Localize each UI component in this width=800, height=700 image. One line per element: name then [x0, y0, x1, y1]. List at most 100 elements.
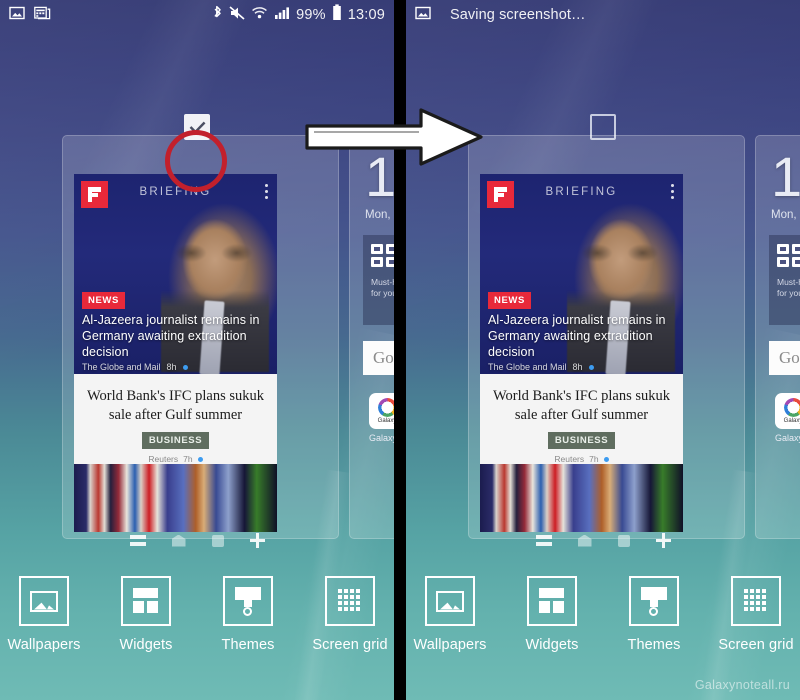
business-badge: BUSINESS	[141, 432, 210, 449]
add-page-icon[interactable]	[249, 533, 265, 548]
screen-grid-button[interactable]: Screen grid	[309, 576, 391, 653]
essentials-subtitle-1: Must-hav	[371, 277, 394, 287]
briefing-page-indicator-icon[interactable]	[129, 534, 146, 547]
page-indicator-icon[interactable]	[617, 534, 630, 547]
essentials-header: Gal Es	[371, 244, 394, 268]
second-source-name: Reuters	[148, 454, 179, 464]
saving-screenshot-text: Saving screenshot…	[450, 7, 586, 23]
battery-percent: 99%	[296, 7, 326, 23]
home-page-preview-card[interactable]: 13 Mon, J Gal Es Must-hav for your G	[755, 135, 800, 539]
home-edit-cards-area: BRIEFING NEWS Al-Jazeera journalist rema…	[0, 30, 394, 539]
galaxy-apps-label: Galaxy Ap	[369, 433, 394, 443]
unread-dot-icon	[182, 364, 188, 370]
unread-dot-icon	[588, 364, 594, 370]
google-search-widget[interactable]: Goo	[363, 341, 394, 375]
galaxy-apps-icon-word: Galaxy	[783, 418, 800, 424]
home-page-preview-card[interactable]: 13 Mon, J Gal Es Must-hav for your G	[349, 135, 394, 539]
clock-widget-date: Mon, J	[771, 209, 800, 221]
galaxy-essentials-widget[interactable]: Gal Es Must-hav for your G	[363, 235, 394, 325]
home-page-indicator-icon[interactable]	[577, 534, 592, 547]
home-screen-thumbnail: 13 Mon, J Gal Es Must-hav for your G	[765, 149, 800, 529]
kebab-menu-icon[interactable]	[671, 184, 674, 202]
home-page-indicator-icon[interactable]	[171, 534, 186, 547]
galaxy-apps-shortcut[interactable]: Galaxy Galaxy Ap	[369, 393, 394, 443]
news-headline: Al-Jazeera journalist remains in Germany…	[488, 313, 666, 359]
briefing-third-photo	[74, 464, 277, 532]
second-age: 7h	[183, 454, 193, 464]
news-badge: NEWS	[82, 292, 125, 309]
themes-icon-box	[629, 576, 679, 626]
status-bar: Saving screenshot…	[406, 0, 800, 30]
clock-widget-time: 13	[771, 145, 800, 208]
screen-grid-icon-box	[731, 576, 781, 626]
galaxy-apps-icon-word: Galaxy	[377, 418, 394, 424]
news-source: The Globe and Mail 8h	[488, 362, 594, 372]
themes-button[interactable]: Themes	[613, 576, 695, 653]
themes-label: Themes	[221, 637, 275, 653]
add-page-icon[interactable]	[655, 533, 671, 548]
wallpaper-icon	[30, 590, 58, 612]
widgets-button[interactable]: Widgets	[511, 576, 593, 653]
briefing-thumbnail: BRIEFING NEWS Al-Jazeera journalist rema…	[480, 174, 683, 532]
screen-grid-label: Screen grid	[718, 637, 794, 653]
widgets-label: Widgets	[525, 637, 579, 653]
news-source: The Globe and Mail 8h	[82, 362, 188, 372]
screen-grid-label: Screen grid	[312, 637, 388, 653]
screen-grid-icon-box	[325, 576, 375, 626]
wallpaper-icon	[436, 590, 464, 612]
themes-button[interactable]: Themes	[207, 576, 289, 653]
briefing-page-preview-card[interactable]: BRIEFING NEWS Al-Jazeera journalist rema…	[62, 135, 339, 539]
briefing-third-photo	[480, 464, 683, 532]
essentials-grid-icon	[371, 244, 394, 268]
essentials-subtitle-2: for your G	[777, 288, 800, 298]
status-bar: 99% 13:09	[0, 0, 394, 30]
edit-tools-row: Wallpapers Widgets Themes Screen grid	[406, 576, 800, 653]
google-search-widget[interactable]: Goo	[769, 341, 800, 375]
news-age: 8h	[572, 362, 583, 372]
wallpapers-label: Wallpapers	[7, 637, 81, 653]
page-indicator-icon[interactable]	[211, 534, 224, 547]
screen-grid-icon	[744, 589, 768, 613]
essentials-subtitle-1: Must-hav	[777, 277, 800, 287]
briefing-thumbnail: BRIEFING NEWS Al-Jazeera journalist rema…	[74, 174, 277, 532]
briefing-page-preview-card[interactable]: BRIEFING NEWS Al-Jazeera journalist rema…	[468, 135, 745, 539]
themes-icon	[235, 587, 261, 616]
briefing-second-article: World Bank's IFC plans sukuk sale after …	[74, 374, 277, 464]
clock-widget-date: Mon, J	[365, 209, 394, 221]
status-bar-system-icons: 99% 13:09	[212, 4, 385, 26]
right-arrow-annotation	[303, 104, 485, 175]
galaxy-apps-shortcut[interactable]: Galaxy Galaxy Ap	[775, 393, 800, 443]
wallpapers-button[interactable]: Wallpapers	[3, 576, 85, 653]
home-screen-thumbnail: 13 Mon, J Gal Es Must-hav for your G	[359, 149, 394, 529]
widgets-button[interactable]: Widgets	[105, 576, 187, 653]
briefing-hero: BRIEFING NEWS Al-Jazeera journalist rema…	[480, 174, 683, 374]
google-search-text: Goo	[779, 348, 800, 367]
business-badge: BUSINESS	[547, 432, 616, 449]
briefing-page-indicator-icon[interactable]	[535, 534, 552, 547]
news-source-name: The Globe and Mail	[82, 362, 161, 372]
clock-time: 13:09	[347, 7, 385, 23]
news-headline: Al-Jazeera journalist remains in Germany…	[82, 313, 260, 359]
second-headline: World Bank's IFC plans sukuk sale after …	[492, 388, 671, 423]
screen-grid-button[interactable]: Screen grid	[715, 576, 797, 653]
kebab-menu-icon[interactable]	[265, 184, 268, 202]
red-highlight-circle	[165, 130, 227, 192]
second-source: Reuters 7h	[74, 454, 277, 464]
wallpapers-icon-box	[19, 576, 69, 626]
calendar-icon	[34, 5, 51, 26]
briefing-header-title: BRIEFING	[139, 186, 212, 198]
themes-icon-box	[223, 576, 273, 626]
galaxy-apps-icon: Galaxy	[775, 393, 800, 429]
galaxy-essentials-widget[interactable]: Gal Es Must-hav for your G	[769, 235, 800, 325]
briefing-header-title: BRIEFING	[545, 186, 618, 198]
bluetooth-icon	[212, 5, 223, 26]
home-edit-cards-area: BRIEFING NEWS Al-Jazeera journalist rema…	[406, 30, 800, 539]
widgets-icon	[133, 588, 159, 614]
mute-icon	[229, 5, 245, 26]
wallpapers-button[interactable]: Wallpapers	[409, 576, 491, 653]
page-indicator-row	[0, 533, 394, 548]
battery-icon	[332, 4, 342, 26]
status-bar-notification-icons: Saving screenshot…	[415, 5, 586, 26]
themes-icon	[641, 587, 667, 616]
briefing-hero: BRIEFING NEWS Al-Jazeera journalist rema…	[74, 174, 277, 374]
